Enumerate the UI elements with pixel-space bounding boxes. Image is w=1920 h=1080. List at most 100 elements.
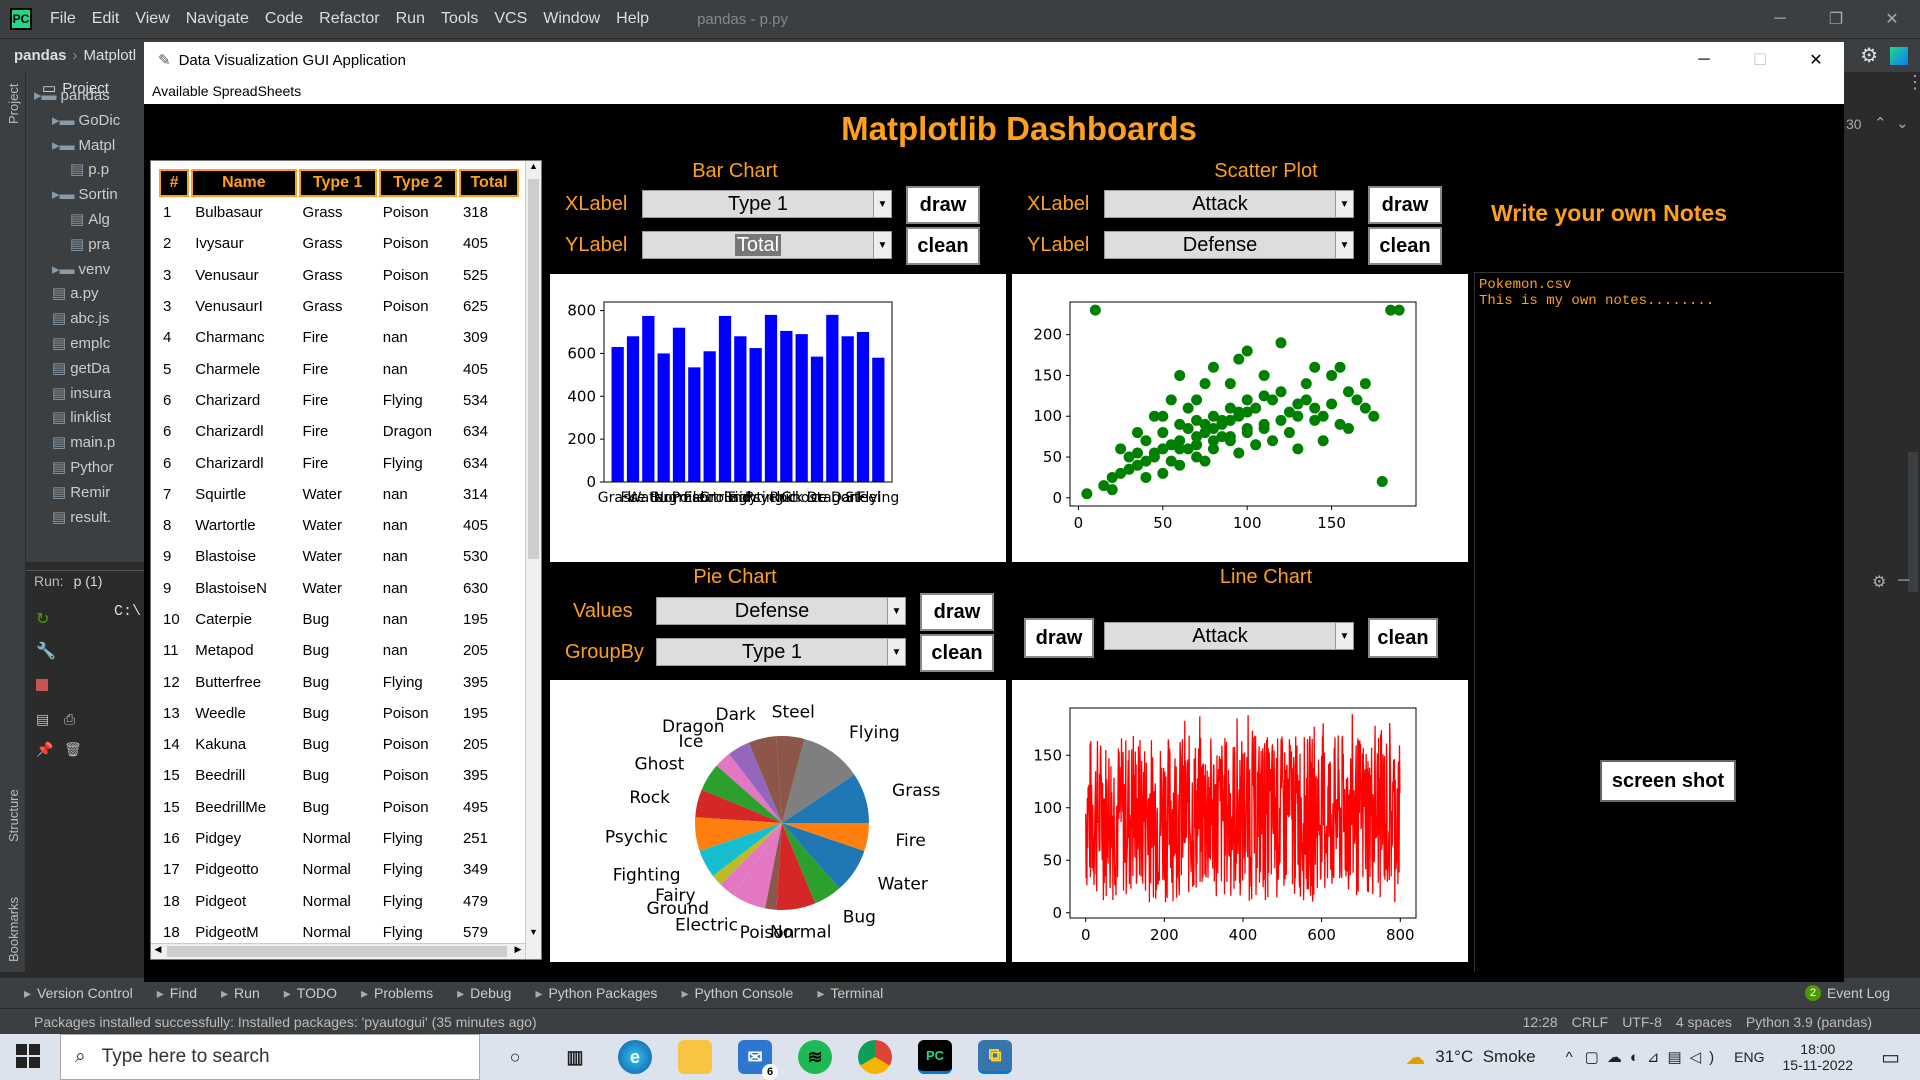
table-cell[interactable]: 314 bbox=[459, 479, 519, 510]
ide-menu-run[interactable]: Run bbox=[388, 10, 433, 28]
table-cell[interactable]: Poison bbox=[379, 698, 457, 729]
table-cell[interactable]: Weedle bbox=[191, 698, 296, 729]
tree-item[interactable]: ▸▬ GoDic bbox=[26, 109, 146, 133]
table-row[interactable]: 6 Charizardl Fire Dragon 634 bbox=[159, 416, 519, 447]
scatter-ylabel-select[interactable]: Defense ▼ bbox=[1104, 231, 1354, 259]
table-cell[interactable]: 251 bbox=[459, 823, 519, 854]
table-row[interactable]: 17 Pidgeotto Normal Flying 349 bbox=[159, 854, 519, 885]
screenshot-button[interactable]: screen shot bbox=[1600, 760, 1736, 802]
notifications-icon[interactable]: ▭ bbox=[1881, 1045, 1900, 1070]
table-cell[interactable]: Grass bbox=[299, 291, 377, 322]
ide-menu-refactor[interactable]: Refactor bbox=[311, 10, 387, 28]
table-cell[interactable]: 7 bbox=[159, 479, 189, 510]
table-row[interactable]: 12 Butterfree Bug Flying 395 bbox=[159, 666, 519, 697]
table-cell[interactable]: Bug bbox=[299, 698, 377, 729]
table-cell[interactable]: 309 bbox=[459, 322, 519, 353]
line-draw-button[interactable]: draw bbox=[1024, 618, 1094, 658]
line-clean-button[interactable]: clean bbox=[1368, 618, 1438, 658]
tool-window-find[interactable]: ▸ Find bbox=[157, 985, 197, 1002]
table-cell[interactable]: 525 bbox=[459, 260, 519, 291]
table-cell[interactable]: Flying bbox=[379, 886, 457, 917]
table-cell[interactable]: Normal bbox=[299, 823, 377, 854]
tool-window-python-console[interactable]: ▸ Python Console bbox=[681, 985, 793, 1002]
pin-icon[interactable]: 📌 bbox=[36, 741, 53, 758]
table-row[interactable]: 9 BlastoiseN Water nan 630 bbox=[159, 573, 519, 604]
table-cell[interactable]: BlastoiseN bbox=[191, 573, 296, 604]
weather-text[interactable]: 31°C Smoke bbox=[1435, 1047, 1535, 1067]
tree-item[interactable]: ▤ Remir bbox=[26, 481, 146, 505]
table-row[interactable]: 8 Wartortle Water nan 405 bbox=[159, 510, 519, 541]
ide-menu-vcs[interactable]: VCS bbox=[486, 10, 535, 28]
table-row[interactable]: 4 Charmanc Fire nan 309 bbox=[159, 322, 519, 353]
table-cell[interactable]: Poison bbox=[379, 228, 457, 259]
tree-item[interactable]: ▤ pra bbox=[26, 233, 146, 257]
table-cell[interactable]: 2 bbox=[159, 228, 189, 259]
table-cell[interactable]: 395 bbox=[459, 666, 519, 697]
table-cell[interactable]: Venusaur bbox=[191, 260, 296, 291]
tree-item[interactable]: ▤ p.p bbox=[26, 158, 146, 182]
tree-item[interactable]: ▤ getDa bbox=[26, 357, 146, 381]
table-cell[interactable]: Bug bbox=[299, 760, 377, 791]
chrome-icon[interactable] bbox=[858, 1040, 892, 1074]
table-row[interactable]: 1 Bulbasaur Grass Poison 318 bbox=[159, 197, 519, 228]
table-cell[interactable]: Poison bbox=[379, 760, 457, 791]
table-cell[interactable]: BeedrillMe bbox=[191, 792, 296, 823]
notes-textarea[interactable]: Pokemon.csv This is my own notes........ bbox=[1474, 272, 1844, 972]
run-settings-gear-icon[interactable]: ⚙ bbox=[1872, 572, 1886, 592]
table-cell[interactable]: nan bbox=[379, 322, 457, 353]
spotify-icon[interactable]: ≋ bbox=[798, 1040, 832, 1074]
horizontal-scrollbar[interactable]: ◀ ▶ bbox=[151, 943, 525, 959]
table-cell[interactable]: Metapod bbox=[191, 635, 296, 666]
horizontal-scroll-thumb[interactable] bbox=[167, 946, 507, 957]
chevron-down-icon[interactable]: ⌄ bbox=[1896, 114, 1909, 132]
table-cell[interactable]: Bulbasaur bbox=[191, 197, 296, 228]
tree-item[interactable]: ▤ main.p bbox=[26, 431, 146, 455]
table-cell[interactable]: Fire bbox=[299, 353, 377, 384]
trash-icon[interactable]: 🗑 bbox=[64, 741, 82, 758]
weather-icon[interactable]: ☁ bbox=[1405, 1045, 1425, 1070]
table-cell[interactable]: Butterfree bbox=[191, 666, 296, 697]
table-cell[interactable]: 349 bbox=[459, 854, 519, 885]
line-value-select[interactable]: Attack ▼ bbox=[1104, 622, 1354, 650]
table-row[interactable]: 16 Pidgey Normal Flying 251 bbox=[159, 823, 519, 854]
pycharm-taskbar-icon[interactable]: PC bbox=[918, 1040, 952, 1074]
rerun-icon[interactable]: ↻ bbox=[36, 609, 49, 629]
table-cell[interactable]: Bug bbox=[299, 729, 377, 760]
table-cell[interactable]: Bug bbox=[299, 604, 377, 635]
column-header[interactable]: Type 1 bbox=[298, 169, 377, 197]
table-cell[interactable]: 1 bbox=[159, 197, 189, 228]
table-cell[interactable]: 6 bbox=[159, 447, 189, 478]
table-row[interactable]: 5 Charmele Fire nan 405 bbox=[159, 353, 519, 384]
ide-menu-window[interactable]: Window bbox=[535, 10, 608, 28]
table-cell[interactable]: nan bbox=[379, 353, 457, 384]
more-icon[interactable]: ⋮ bbox=[1906, 72, 1920, 93]
table-row[interactable]: 6 Charizardl Fire Flying 634 bbox=[159, 447, 519, 478]
editor-scrollbar[interactable] bbox=[1908, 452, 1918, 592]
ide-restore-icon[interactable]: ❐ bbox=[1808, 9, 1864, 29]
table-cell[interactable]: 318 bbox=[459, 197, 519, 228]
pie-clean-button[interactable]: clean bbox=[920, 634, 994, 672]
table-cell[interactable]: Pidgeotto bbox=[191, 854, 296, 885]
tree-item[interactable]: ▤ linklist bbox=[26, 406, 146, 430]
table-cell[interactable]: 15 bbox=[159, 760, 189, 791]
table-cell[interactable]: 9 bbox=[159, 573, 189, 604]
table-row[interactable]: 15 Beedrill Bug Poison 395 bbox=[159, 760, 519, 791]
bar-xlabel-select[interactable]: Type 1 ▼ bbox=[642, 190, 892, 218]
table-row[interactable]: 18 Pidgeot Normal Flying 479 bbox=[159, 886, 519, 917]
scroll-down-icon[interactable]: ▼ bbox=[526, 927, 541, 943]
table-cell[interactable]: 634 bbox=[459, 416, 519, 447]
table-cell[interactable]: Normal bbox=[299, 854, 377, 885]
table-cell[interactable]: 11 bbox=[159, 635, 189, 666]
spreadsheet-view[interactable]: # Name Type 1 Type 2 Total 1 Bulbasaur Grass Po… bbox=[150, 160, 542, 960]
table-cell[interactable]: 395 bbox=[459, 760, 519, 791]
clock[interactable]: 18:00 15-11-2022 bbox=[1783, 1041, 1854, 1073]
table-cell[interactable]: 625 bbox=[459, 291, 519, 322]
table-cell[interactable]: nan bbox=[379, 573, 457, 604]
breadcrumb-file[interactable]: Matplotl bbox=[84, 47, 137, 64]
table-cell[interactable]: 5 bbox=[159, 353, 189, 384]
table-cell[interactable]: Kakuna bbox=[191, 729, 296, 760]
table-cell[interactable]: nan bbox=[379, 510, 457, 541]
print-icon[interactable]: ⎙ bbox=[64, 711, 75, 728]
table-cell[interactable]: 9 bbox=[159, 541, 189, 572]
table-cell[interactable]: Charizardl bbox=[191, 416, 296, 447]
